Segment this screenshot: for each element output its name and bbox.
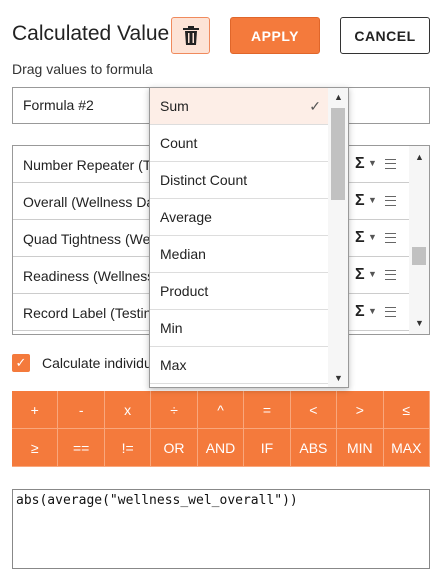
chevron-down-icon[interactable]: ▼	[368, 232, 377, 242]
key-if[interactable]: IF	[244, 429, 291, 467]
hamburger-icon[interactable]	[385, 270, 396, 280]
chevron-down-icon[interactable]: ▼	[368, 195, 377, 205]
dropdown-option-distinct-count[interactable]: Distinct Count	[150, 162, 329, 199]
hamburger-icon[interactable]	[385, 159, 396, 169]
key-or[interactable]: OR	[151, 429, 198, 467]
dropdown-option-median[interactable]: Median	[150, 236, 329, 273]
key-abs[interactable]: ABS	[290, 429, 338, 467]
hamburger-icon[interactable]	[385, 233, 396, 243]
apply-button[interactable]: APPLY	[230, 17, 320, 54]
key-assign[interactable]: =	[244, 391, 291, 429]
field-label: Readiness (Wellness	[23, 268, 155, 284]
dropdown-option-average[interactable]: Average	[150, 199, 329, 236]
key-equals[interactable]: ==	[58, 429, 105, 467]
key-not-equals[interactable]: !=	[104, 429, 152, 467]
key-max[interactable]: MAX	[383, 429, 430, 467]
option-label: Sum	[160, 98, 189, 114]
calculate-individually-label: Calculate individu	[42, 355, 152, 371]
dropdown-option-min[interactable]: Min	[150, 310, 329, 347]
key-less-equal[interactable]: ≤	[383, 391, 430, 429]
key-plus[interactable]: +	[12, 391, 59, 429]
checkmark-icon: ✓	[309, 98, 321, 114]
sigma-icon[interactable]: Σ	[355, 229, 365, 247]
field-list-scrollbar[interactable]: ▲ ▼	[409, 146, 429, 334]
scroll-thumb[interactable]	[412, 247, 426, 265]
chevron-down-icon[interactable]: ▼	[368, 158, 377, 168]
aggregate-dropdown: Sum ✓ Count Distinct Count Average Media…	[149, 87, 349, 388]
key-power[interactable]: ^	[197, 391, 245, 429]
calculate-individually-checkbox[interactable]: ✓	[12, 354, 30, 372]
field-label: Overall (Wellness Da	[23, 194, 155, 210]
dropdown-option-count[interactable]: Count	[150, 125, 329, 162]
scroll-up-icon[interactable]: ▲	[334, 92, 343, 102]
sigma-icon[interactable]: Σ	[355, 303, 365, 321]
key-minus[interactable]: -	[58, 391, 105, 429]
scroll-thumb[interactable]	[331, 108, 345, 200]
operator-keypad: + - x ÷ ^ = < > ≤ ≥ == != OR AND IF ABS …	[12, 391, 430, 467]
key-less-than[interactable]: <	[290, 391, 338, 429]
sigma-icon[interactable]: Σ	[355, 192, 365, 210]
dropdown-scrollbar[interactable]: ▲ ▼	[328, 88, 348, 387]
subtitle: Drag values to formula	[12, 61, 153, 77]
chevron-down-icon[interactable]: ▼	[368, 306, 377, 316]
hamburger-icon[interactable]	[385, 196, 396, 206]
formula-expression-input[interactable]: abs(average("wellness_wel_overall"))	[12, 489, 430, 569]
dropdown-option-sum[interactable]: Sum ✓	[150, 88, 329, 125]
sigma-icon[interactable]: Σ	[355, 155, 365, 173]
key-divide[interactable]: ÷	[151, 391, 198, 429]
field-label: Quad Tightness (We	[23, 231, 151, 247]
cancel-button[interactable]: CANCEL	[340, 17, 430, 54]
hamburger-icon[interactable]	[385, 307, 396, 317]
page-title: Calculated Value	[12, 22, 170, 45]
scroll-up-icon[interactable]: ▲	[415, 152, 424, 162]
sigma-icon[interactable]: Σ	[355, 266, 365, 284]
dropdown-option-max[interactable]: Max	[150, 347, 329, 384]
field-label: Record Label (Testin	[23, 305, 152, 321]
chevron-down-icon[interactable]: ▼	[368, 269, 377, 279]
delete-button[interactable]	[171, 17, 210, 54]
key-greater-equal[interactable]: ≥	[12, 429, 59, 467]
key-and[interactable]: AND	[197, 429, 245, 467]
dropdown-option-product[interactable]: Product	[150, 273, 329, 310]
key-min[interactable]: MIN	[337, 429, 384, 467]
trash-icon	[182, 26, 199, 45]
scroll-down-icon[interactable]: ▼	[415, 318, 424, 328]
key-multiply[interactable]: x	[104, 391, 152, 429]
field-label: Number Repeater (T	[23, 157, 152, 173]
key-greater-than[interactable]: >	[337, 391, 384, 429]
scroll-down-icon[interactable]: ▼	[334, 373, 343, 383]
